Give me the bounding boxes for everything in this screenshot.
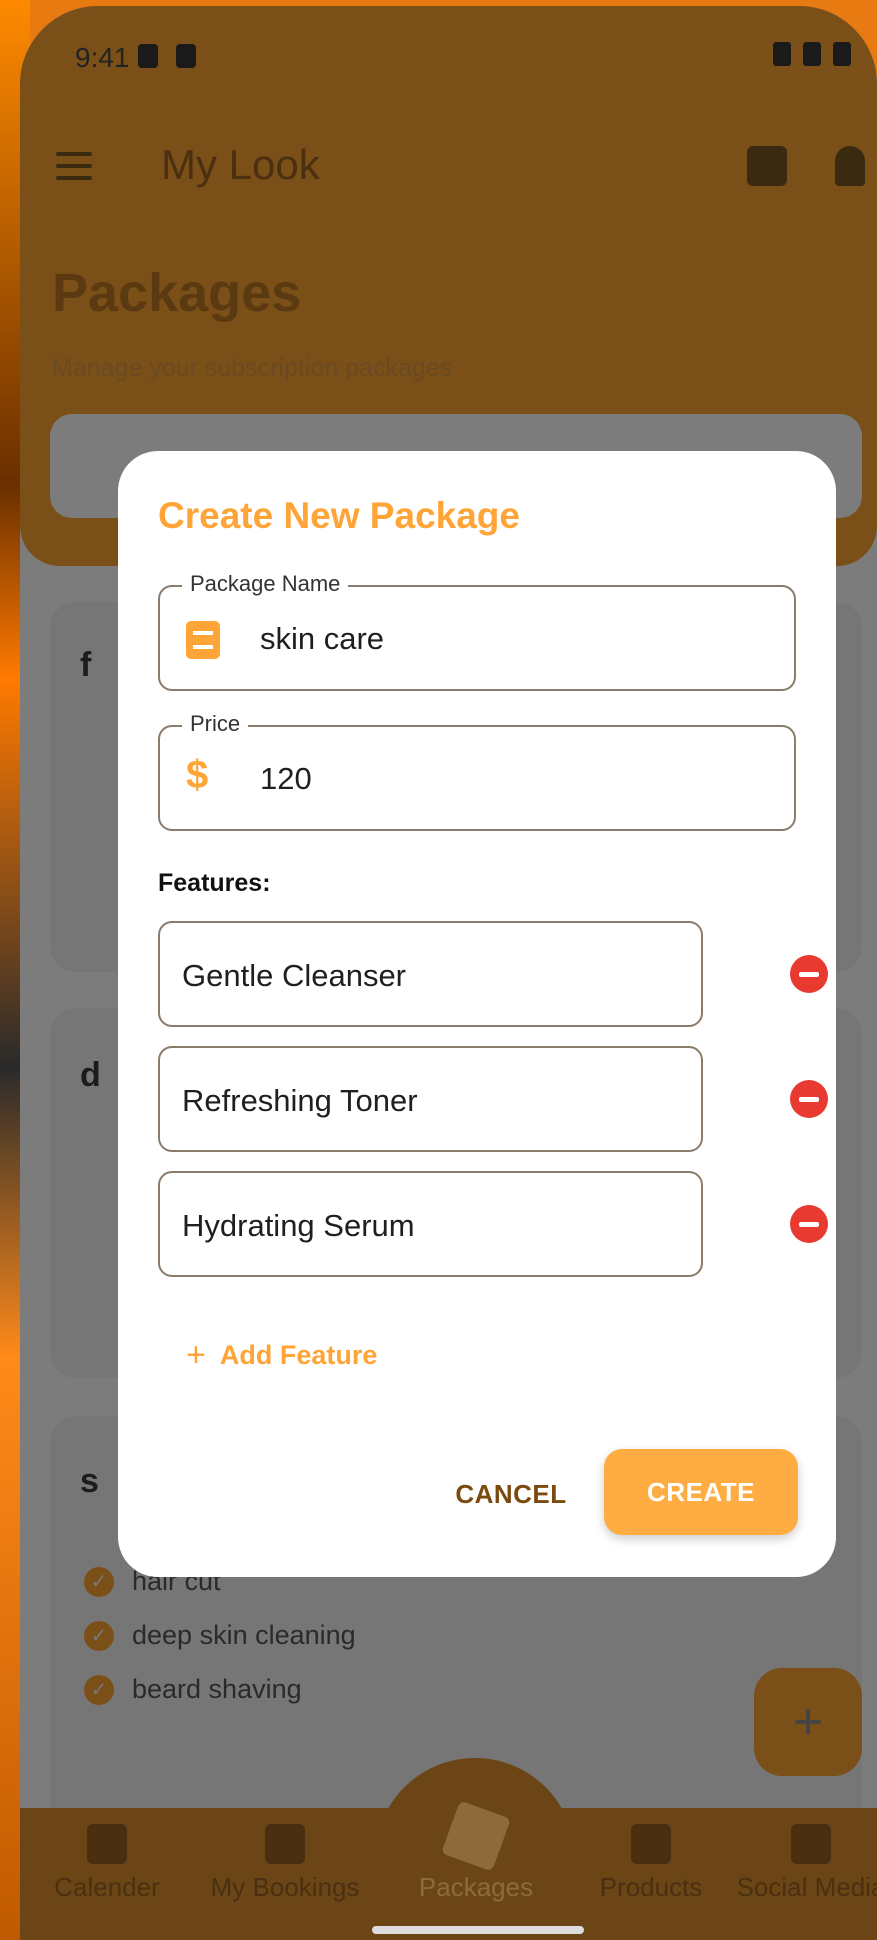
- check-circle-icon: ✓: [84, 1674, 114, 1705]
- wifi-icon: [773, 42, 791, 66]
- feature-list-item: ✓ beard shaving: [84, 1674, 302, 1705]
- remove-circle-icon: [799, 1221, 819, 1227]
- share-icon: [791, 1824, 831, 1864]
- signal-icon: [803, 42, 821, 66]
- feature-input-value: Gentle Cleanser: [182, 958, 407, 993]
- feature-input[interactable]: Refreshing Toner: [158, 1046, 703, 1152]
- package-card-title: s: [80, 1462, 99, 1500]
- add-package-fab[interactable]: +: [754, 1668, 862, 1776]
- chat-icon[interactable]: [747, 146, 787, 186]
- status-right-icons: [773, 42, 851, 66]
- battery-icon: [833, 42, 851, 66]
- home-indicator[interactable]: [372, 1926, 584, 1934]
- dialog-title: Create New Package: [158, 495, 520, 536]
- create-button[interactable]: CREATE: [604, 1449, 798, 1535]
- feature-input-value: Hydrating Serum: [182, 1208, 415, 1243]
- nav-label: My Bookings: [210, 1872, 360, 1902]
- notification-bell-icon[interactable]: [835, 146, 865, 186]
- features-heading: Features:: [158, 869, 271, 897]
- nav-item-packages[interactable]: Packages: [391, 1800, 561, 1903]
- plus-icon: +: [186, 1336, 206, 1374]
- nav-label: Products: [599, 1872, 703, 1902]
- app-title: My Look: [161, 141, 320, 188]
- remove-feature-button[interactable]: [790, 1080, 828, 1118]
- nav-item-calender[interactable]: Calender: [22, 1818, 192, 1903]
- nav-label: Social Media: [736, 1872, 877, 1902]
- briefcase-icon: [631, 1824, 671, 1864]
- feature-list-item: ✓ deep skin cleaning: [84, 1620, 356, 1651]
- price-label: Price: [182, 711, 249, 737]
- cancel-button[interactable]: CANCEL: [436, 1466, 586, 1522]
- remove-feature-button[interactable]: [790, 955, 828, 993]
- price-field[interactable]: Price $ 120: [158, 711, 796, 831]
- package-name-label: Package Name: [182, 571, 349, 597]
- page-title: Packages: [52, 263, 302, 323]
- menu-icon[interactable]: [56, 152, 92, 180]
- nav-label: Calender: [54, 1872, 160, 1902]
- calendar-icon: [87, 1824, 127, 1864]
- feature-row: Hydrating Serum: [158, 1171, 738, 1277]
- plus-icon: +: [792, 1693, 824, 1751]
- nav-label: Packages: [418, 1872, 534, 1902]
- clipboard-icon: [186, 621, 220, 663]
- package-card-title: f: [80, 646, 92, 684]
- page-subtitle: Manage your subscription packages: [52, 354, 453, 382]
- dollar-icon: $: [186, 753, 209, 797]
- calendar-icon: [265, 1824, 305, 1864]
- feature-text: deep skin cleaning: [132, 1620, 356, 1650]
- check-circle-icon: ✓: [84, 1620, 114, 1651]
- feature-input-value: Refreshing Toner: [182, 1083, 418, 1118]
- nav-item-social-media[interactable]: Social Media: [726, 1818, 877, 1903]
- feature-row: Gentle Cleanser: [158, 921, 738, 1027]
- remove-circle-icon: [799, 1096, 819, 1102]
- nav-item-products[interactable]: Products: [566, 1818, 736, 1903]
- status-left-icons: [138, 44, 196, 68]
- phone-screen: 9:41 My Look Packages Manage your subscr…: [20, 6, 877, 1940]
- sim-icon: [176, 44, 196, 68]
- add-feature-button[interactable]: + Add Feature: [186, 1336, 377, 1375]
- create-package-dialog: Create New Package Package Name skin car…: [118, 451, 836, 1577]
- price-value: 120: [260, 761, 312, 796]
- feature-input[interactable]: Gentle Cleanser: [158, 921, 703, 1027]
- remove-feature-button[interactable]: [790, 1205, 828, 1243]
- shield-icon: [138, 44, 158, 68]
- remove-circle-icon: [799, 971, 819, 977]
- status-time: 9:41: [75, 42, 130, 73]
- check-circle-icon: ✓: [84, 1566, 114, 1597]
- nav-item-my-bookings[interactable]: My Bookings: [200, 1818, 370, 1903]
- package-name-value: skin care: [260, 621, 385, 656]
- feature-input[interactable]: Hydrating Serum: [158, 1171, 703, 1277]
- feature-text: beard shaving: [132, 1674, 302, 1704]
- add-feature-label: Add Feature: [219, 1340, 378, 1370]
- package-card-title: d: [80, 1056, 101, 1094]
- feature-row: Refreshing Toner: [158, 1046, 738, 1152]
- package-name-field[interactable]: Package Name skin care: [158, 571, 796, 691]
